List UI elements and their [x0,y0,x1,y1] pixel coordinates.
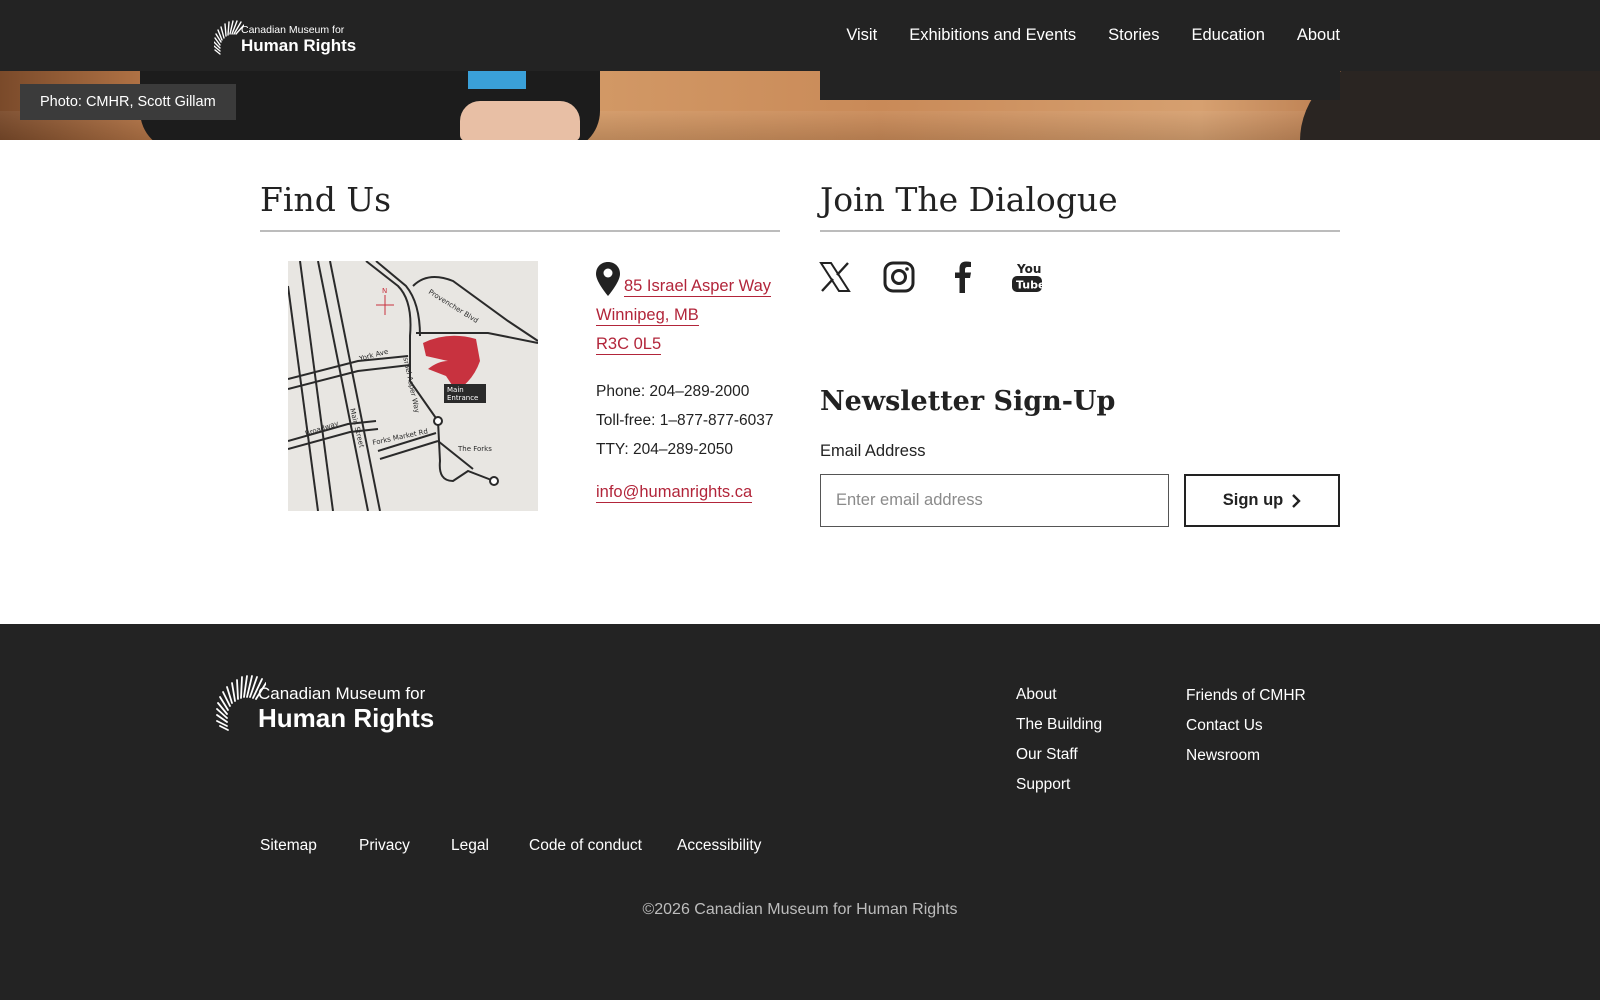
hero-photo-lanyard [468,71,526,89]
footer-cmhr-logo[interactable]: Canadian Museum for Human Rights [216,654,456,734]
footer-link-the-building[interactable]: The Building [1016,716,1102,734]
map-north-label: N [382,287,387,295]
map-street-israel-asper: Israel Asper Way [401,355,421,414]
footer-link-legal[interactable]: Legal [451,837,489,855]
map-entrance-label-2: Entrance [447,394,478,402]
footer-link-contact-us[interactable]: Contact Us [1186,717,1263,735]
copyright-notice: ©2026 Canadian Museum for Human Rights [642,901,958,918]
top-navigation-bar: Canadian Museum for Human Rights Visit E… [0,0,1600,71]
tty-number: TTY: 204–289-2050 [596,441,734,458]
footer-link-friends-of-cmhr[interactable]: Friends of CMHR [1186,687,1306,705]
location-map-drawing: N Main Entrance Provencher Blvd York Ave… [288,261,538,511]
nav-about[interactable]: About [1297,26,1340,45]
footer-link-code-of-conduct[interactable]: Code of conduct [529,837,642,855]
footer-logo-text-line2: Human Rights [258,703,435,733]
sunburst-logo-icon [214,20,244,55]
phone-number: Phone: 204–289-2000 [596,383,750,400]
address-postal-link[interactable]: R3C 0L5 [596,335,662,355]
find-us-divider [260,230,780,232]
hero-photo [0,71,1600,140]
address-city-link[interactable]: Winnipeg, MB [596,306,699,326]
footer-link-support[interactable]: Support [1016,776,1070,794]
map-label-the-forks: The Forks [457,445,492,453]
youtube-icon[interactable]: You Tube [1010,260,1045,294]
footer-link-newsroom[interactable]: Newsroom [1186,747,1260,765]
nav-stories[interactable]: Stories [1108,26,1159,45]
hero-photo-hands [460,101,580,140]
find-us-heading: Find Us [260,180,392,219]
footer-logo-text-line1: Canadian Museum for [258,684,426,703]
footer-link-about[interactable]: About [1016,686,1057,704]
signup-button-label: Sign up [1222,491,1284,509]
x-icon[interactable] [818,260,852,294]
main-navigation: Visit Exhibitions and Events Stories Edu… [814,0,1340,71]
nav-education[interactable]: Education [1191,26,1264,45]
museum-building-shape [423,335,480,391]
newsletter-heading: Newsletter Sign-Up [820,386,1116,417]
footer-link-sitemap[interactable]: Sitemap [260,837,317,855]
logo-text-line2: Human Rights [241,36,357,55]
location-map[interactable]: N Main Entrance Provencher Blvd York Ave… [288,261,538,511]
footer-link-accessibility[interactable]: Accessibility [677,837,761,855]
footer-link-our-staff[interactable]: Our Staff [1016,746,1078,764]
join-the-dialogue-divider [820,230,1340,232]
logo-text-line1: Canadian Museum for [241,24,345,36]
newsletter-signup-button[interactable]: Sign up [1184,474,1340,527]
tollfree-number: Toll-free: 1–877-877-6037 [596,412,774,429]
facebook-icon[interactable] [946,260,980,294]
join-the-dialogue-heading: Join The Dialogue [820,180,1118,219]
map-entrance-label-1: Main [447,386,464,394]
nav-visit[interactable]: Visit [846,26,877,45]
hero-photo-person-right [1300,71,1600,140]
youtube-icon-text-you: You [1016,262,1041,276]
location-pin-icon [596,262,620,296]
nav-exhibitions-and-events[interactable]: Exhibitions and Events [909,26,1076,45]
instagram-icon[interactable] [882,260,916,294]
map-street-york: York Ave [357,348,389,364]
hero-overlay-panel [820,71,1340,100]
photo-credit-caption: Photo: CMHR, Scott Gillam [20,84,236,120]
footer-link-privacy[interactable]: Privacy [359,837,410,855]
address-street-link[interactable]: 85 Israel Asper Way [624,277,772,297]
cmhr-logo[interactable]: Canadian Museum for Human Rights [214,6,364,58]
youtube-icon-text-tube: Tube [1016,279,1044,292]
contact-email-link[interactable]: info@humanrights.ca [596,483,753,503]
newsletter-email-input[interactable] [820,474,1169,527]
chevron-right-icon [1292,493,1301,508]
email-address-label: Email Address [820,442,926,460]
